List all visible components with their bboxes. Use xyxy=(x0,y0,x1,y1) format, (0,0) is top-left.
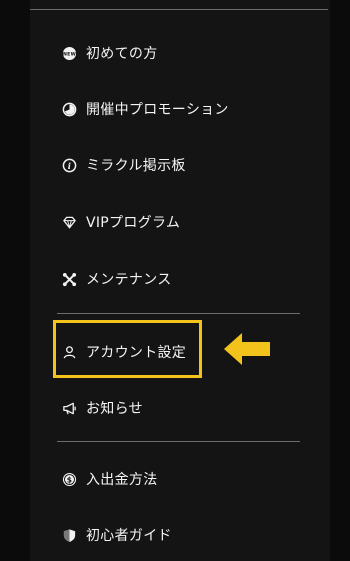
menu-item-label: メンテナンス xyxy=(86,272,172,288)
menu-item-news[interactable]: お知らせ xyxy=(62,393,143,423)
svg-text:$: $ xyxy=(67,475,73,484)
diamond-icon xyxy=(62,215,77,230)
middle-divider xyxy=(57,313,300,314)
menu-item-label: 初めての方 xyxy=(86,46,158,62)
menu-item-miracle-board[interactable]: i ミラクル掲示板 xyxy=(62,150,186,180)
menu-item-first-time[interactable]: NEW 初めての方 xyxy=(62,38,158,68)
menu-item-label: 入出金方法 xyxy=(86,472,158,488)
svg-text:i: i xyxy=(68,160,71,170)
highlight-frame xyxy=(53,320,202,378)
pointer-arrow-icon xyxy=(224,333,270,365)
menu-item-beginner-guide[interactable]: 初心者ガイド xyxy=(62,520,172,550)
pie-chart-icon xyxy=(62,102,77,117)
tools-icon xyxy=(62,272,77,287)
new-badge-icon: NEW xyxy=(62,46,77,61)
menu-screen: NEW 初めての方 開催中プロモーション i ミラクル掲示板 VIPプログラム … xyxy=(0,0,350,561)
menu-item-maintenance[interactable]: メンテナンス xyxy=(62,264,172,294)
menu-item-promotions[interactable]: 開催中プロモーション xyxy=(62,94,229,124)
menu-item-label: 初心者ガイド xyxy=(86,528,172,544)
menu-item-label: ミラクル掲示板 xyxy=(86,158,186,174)
svg-text:NEW: NEW xyxy=(63,51,76,57)
info-icon: i xyxy=(62,158,77,173)
menu-item-label: 開催中プロモーション xyxy=(86,102,229,118)
lower-divider xyxy=(57,441,300,442)
coin-icon: $ xyxy=(62,472,77,487)
menu-item-deposit-withdrawal[interactable]: $ 入出金方法 xyxy=(62,464,158,494)
menu-item-vip-program[interactable]: VIPプログラム xyxy=(62,207,180,237)
megaphone-icon xyxy=(62,401,77,416)
shield-icon xyxy=(62,528,77,543)
menu-item-label: VIPプログラム xyxy=(86,215,181,231)
menu-item-label: お知らせ xyxy=(86,401,143,417)
top-divider xyxy=(30,9,328,10)
